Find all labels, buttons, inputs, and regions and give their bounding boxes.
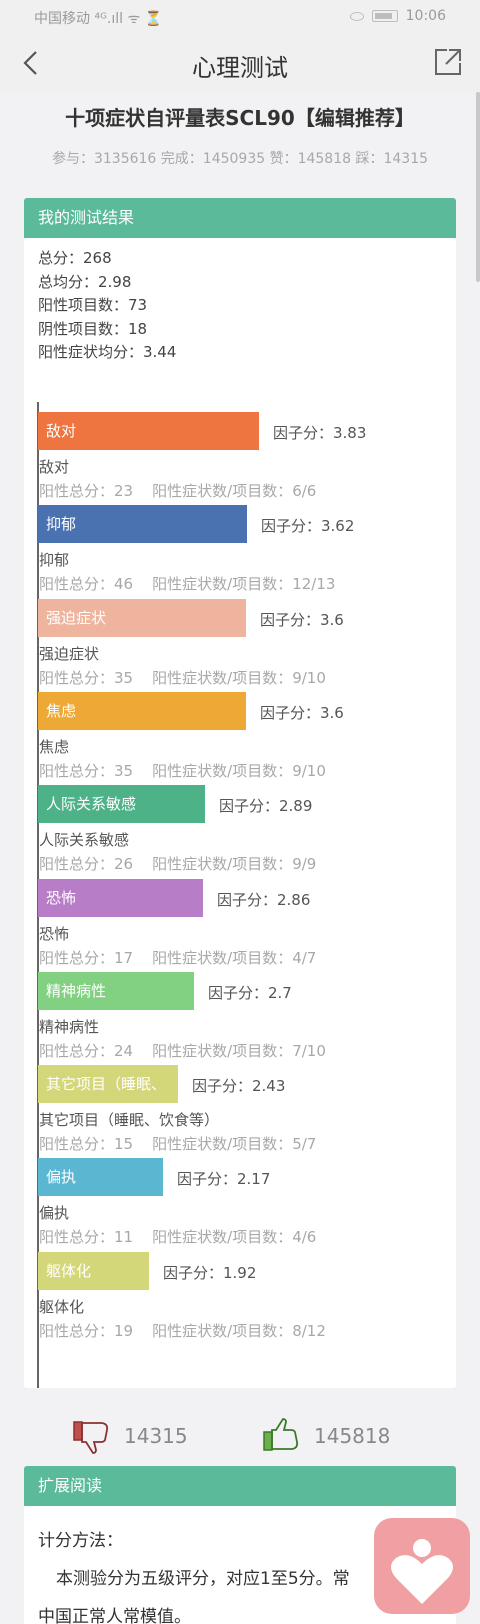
factor-bar: 恐怖 — [38, 879, 203, 917]
factor-stats: 阳性总分：19 阳性症状数/项目数：8/12 — [39, 1322, 326, 1340]
result-card-header: 我的测试结果 — [24, 198, 456, 238]
factor-row: 偏执 因子分：2.17 偏执 阳性总分：11 阳性症状数/项目数：4/6 — [38, 1158, 458, 1251]
test-stats: 参与：3135616 完成：1450935 赞：145818 踩：14315 — [51, 151, 429, 167]
carrier-label: 中国移动 ⁴ᴳ.ıll ᯤ ⏳ — [34, 11, 163, 27]
factor-score: 因子分：2.43 — [192, 1077, 286, 1095]
factor-name: 恐怖 — [39, 925, 70, 943]
factor-score: 因子分：1.92 — [163, 1264, 257, 1282]
factor-score: 因子分：2.89 — [219, 797, 313, 815]
dislike-count: 14315 — [124, 1424, 188, 1448]
factor-bar: 偏执 — [38, 1158, 163, 1196]
factor-row: 人际关系敏感 因子分：2.89 人际关系敏感 阳性总分：26 阳性症状数/项目数：9/… — [38, 785, 458, 878]
factor-name: 精神病性 — [39, 1018, 100, 1036]
battery-icon — [371, 10, 398, 22]
factor-score: 因子分：3.6 — [260, 704, 344, 722]
factor-name: 躯体化 — [39, 1298, 85, 1316]
factor-name: 抑郁 — [39, 551, 70, 569]
factor-score: 因子分：3.83 — [273, 424, 367, 442]
factor-name: 强迫症状 — [39, 645, 100, 663]
factor-bar: 焦虑 — [38, 692, 246, 730]
status-right: 10:06 — [349, 8, 446, 24]
dislike-button[interactable]: 14315 — [72, 1418, 188, 1454]
factor-stats: 阳性总分：17 阳性症状数/项目数：4/7 — [39, 949, 317, 967]
factor-bar: 其它项目（睡眠、 — [38, 1065, 178, 1103]
test-title: 十项症状自评量表SCL90【编辑推荐】 — [65, 106, 415, 130]
factor-row: 敌对 因子分：3.83 敌对 阳性总分：23 阳性症状数/项目数：6/6 — [38, 412, 458, 505]
summary-block: 总分：268 总均分：2.98 阳性项目数：73 阴性项目数：18 阳性症状均分… — [38, 247, 176, 365]
factor-stats: 阳性总分：24 阳性症状数/项目数：7/10 — [39, 1042, 326, 1060]
dislike-icon — [73, 1421, 109, 1454]
factor-name: 偏执 — [39, 1204, 70, 1222]
negative-count: 阴性项目数：18 — [38, 319, 148, 338]
factor-name: 敌对 — [39, 458, 70, 476]
vote-bar: 14315 145818 — [0, 1412, 480, 1462]
factor-bar: 抑郁 — [38, 505, 247, 543]
factor-bar: 敌对 — [38, 412, 259, 450]
heart-fab[interactable] — [374, 1518, 470, 1614]
average-score: 总均分：2.98 — [38, 272, 132, 291]
factor-name: 其它项目（睡眠、饮食等） — [39, 1111, 220, 1129]
positive-count: 阳性项目数：73 — [38, 296, 148, 314]
factor-bar: 人际关系敏感 — [38, 785, 205, 823]
heart-icon — [391, 1539, 453, 1604]
like-button[interactable]: 145818 — [262, 1418, 390, 1454]
clock: 10:06 — [405, 8, 446, 24]
factor-row: 精神病性 因子分：2.7 精神病性 阳性总分：24 阳性症状数/项目数：7/10 — [38, 972, 458, 1065]
factor-stats: 阳性总分：11 阳性症状数/项目数：4/6 — [39, 1228, 317, 1246]
factor-score: 因子分：3.6 — [260, 611, 344, 629]
factor-bar: 躯体化 — [38, 1252, 149, 1290]
factor-score: 因子分：2.17 — [177, 1170, 271, 1188]
eye-icon — [349, 11, 364, 21]
factor-row: 抑郁 因子分：3.62 抑郁 阳性总分：46 阳性症状数/项目数：12/13 — [38, 505, 458, 598]
like-count: 145818 — [314, 1424, 391, 1448]
factor-stats: 阳性总分：23 阳性症状数/项目数：6/6 — [39, 482, 317, 500]
page-title: 心理测试 — [192, 54, 288, 82]
factor-stats: 阳性总分：35 阳性症状数/项目数：9/10 — [39, 762, 326, 780]
status-bar: 中国移动 ⁴ᴳ.ıll ᯤ ⏳ 10:06 — [0, 0, 480, 34]
factor-row: 躯体化 因子分：1.92 躯体化 阳性总分：19 阳性症状数/项目数：8/12 — [38, 1252, 458, 1345]
factor-score: 因子分：2.86 — [217, 891, 311, 909]
factor-row: 焦虑 因子分：3.6 焦虑 阳性总分：35 阳性症状数/项目数：9/10 — [38, 692, 458, 785]
title-bar: 心理测试 — [0, 34, 480, 92]
factor-row: 强迫症状 因子分：3.6 强迫症状 阳性总分：35 阳性症状数/项目数：9/10 — [38, 599, 458, 692]
factor-stats: 阳性总分：35 阳性症状数/项目数：9/10 — [39, 669, 326, 687]
factor-bar: 精神病性 — [38, 972, 194, 1010]
factor-row: 恐怖 因子分：2.86 恐怖 阳性总分：17 阳性症状数/项目数：4/7 — [38, 879, 458, 972]
factor-name: 焦虑 — [39, 738, 70, 756]
factor-stats: 阳性总分：15 阳性症状数/项目数：5/7 — [39, 1135, 317, 1153]
factor-name: 人际关系敏感 — [39, 831, 130, 849]
factor-bar: 强迫症状 — [38, 599, 246, 637]
share-icon[interactable] — [430, 44, 466, 80]
like-icon — [263, 1418, 299, 1451]
signal-icon: ⁴ᴳ.ıll ᯤ ⏳ — [94, 11, 163, 27]
factor-stats: 阳性总分：26 阳性症状数/项目数：9/9 — [39, 855, 317, 873]
positive-average: 阳性症状均分：3.44 — [38, 343, 177, 361]
total-score: 总分：268 — [38, 249, 112, 267]
factor-row: 其它项目（睡眠、 因子分：2.43 其它项目（睡眠、饮食等） 阳性总分：15 阳性症状… — [38, 1065, 458, 1158]
factor-score: 因子分：3.62 — [261, 517, 355, 535]
extended-reading-header: 扩展阅读 — [24, 1466, 456, 1506]
factor-stats: 阳性总分：46 阳性症状数/项目数：12/13 — [39, 575, 336, 593]
factor-score: 因子分：2.7 — [208, 984, 292, 1002]
